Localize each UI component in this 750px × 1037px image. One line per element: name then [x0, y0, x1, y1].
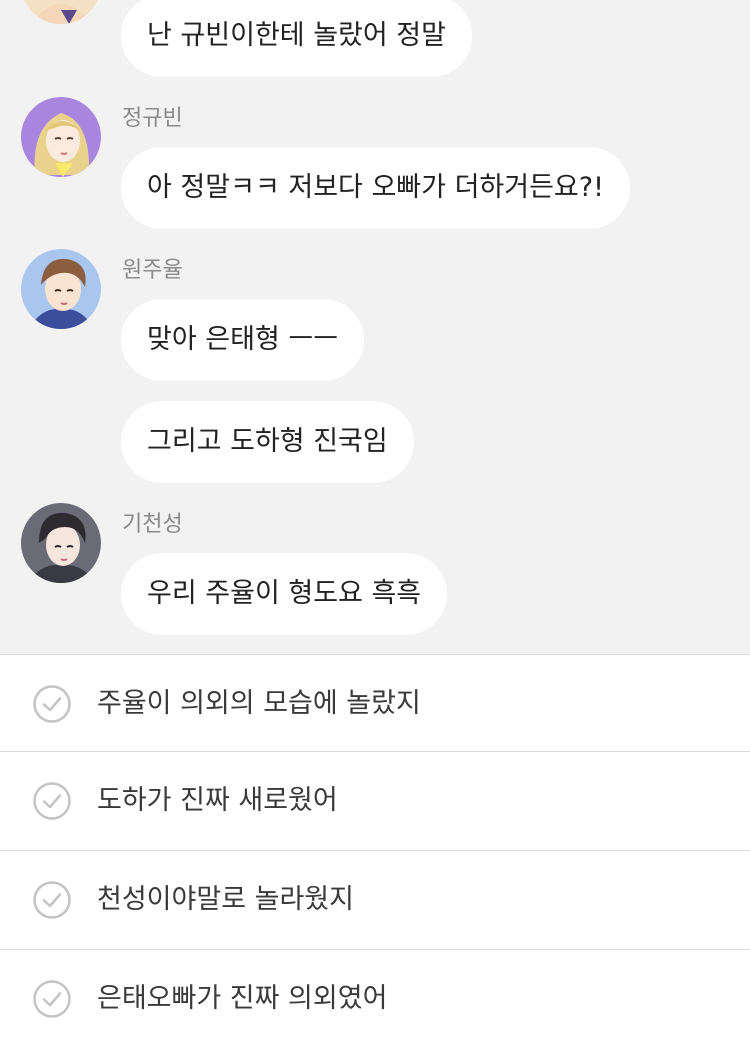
sender-avatar: [21, 249, 101, 329]
choice-option[interactable]: 은태오빠가 진짜 의외였어: [0, 949, 750, 1037]
sender-name: 정규빈: [122, 106, 183, 131]
choice-option[interactable]: 천성이야말로 놀라웠지: [0, 850, 750, 948]
girl-blonde-avatar: [21, 97, 101, 177]
chat-area: 난 규빈이한테 놀랐어 정말 정규빈 아 정말ㅋㅋ 저보다 오빠가 더하거든요?…: [0, 0, 750, 654]
sender-name: 원주율: [122, 258, 183, 283]
message-bubble: 난 규빈이한테 놀랐어 정말: [121, 0, 472, 77]
message-bubble: 맞아 은태형 ㅡㅡ: [121, 299, 365, 381]
choice-option[interactable]: 도하가 진짜 새로웠어: [0, 751, 750, 849]
choice-label: 천성이야말로 놀라웠지: [97, 884, 354, 915]
choice-option[interactable]: 주율이 의외의 모습에 놀랐지: [0, 654, 750, 752]
message-bubble: 그리고 도하형 진국임: [121, 401, 414, 483]
check-circle-icon: [32, 979, 72, 1019]
message-bubble: 우리 주율이 형도요 흑흑: [121, 553, 448, 635]
boy-brown-hair-avatar: [21, 249, 101, 329]
sender-avatar: [21, 503, 101, 583]
choice-label: 주율이 의외의 모습에 놀랐지: [97, 688, 421, 719]
choice-label: 도하가 진짜 새로웠어: [97, 785, 338, 816]
sender-avatar: [21, 97, 101, 177]
sender-name: 기천성: [122, 512, 183, 537]
message-bubble: 아 정말ㅋㅋ 저보다 오빠가 더하거든요?!: [121, 147, 630, 229]
check-circle-icon: [32, 684, 72, 724]
choice-list: 주율이 의외의 모습에 놀랐지 도하가 진짜 새로웠어 천성이야말로 놀라웠지 …: [0, 654, 750, 1037]
avatar: [21, 0, 101, 24]
check-circle-icon: [32, 781, 72, 821]
choice-label: 은태오빠가 진짜 의외였어: [97, 983, 388, 1014]
check-circle-icon: [32, 880, 72, 920]
boy-dark-hair-avatar: [21, 503, 101, 583]
